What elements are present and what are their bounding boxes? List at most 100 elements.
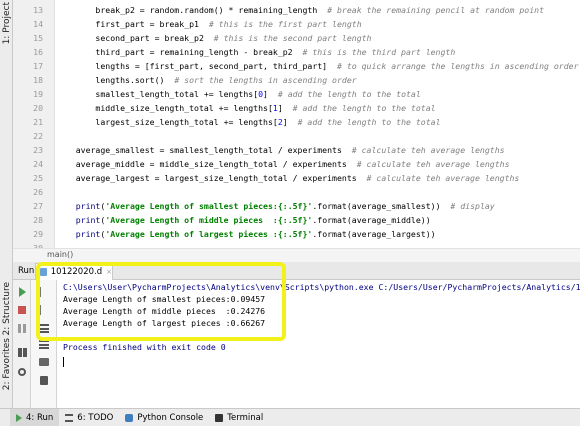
code-line[interactable]: 22 xyxy=(13,129,580,143)
soft-wrap-button[interactable] xyxy=(38,322,50,334)
line-number: 26 xyxy=(33,187,43,197)
layout-icon xyxy=(17,347,27,357)
bottom-tab-python-console[interactable]: Python Console xyxy=(119,409,209,426)
scroll-up-button[interactable] xyxy=(38,286,50,298)
run-config-tab[interactable]: 10122020.d × xyxy=(35,263,113,280)
code-token: lengths = [first_part, second_part, thir… xyxy=(56,61,337,71)
code-line[interactable]: 24 average_middle = middle_size_length_t… xyxy=(13,157,580,171)
line-number: 29 xyxy=(33,229,43,239)
bottom-tab-terminal[interactable]: Terminal xyxy=(209,409,269,426)
code-token: print xyxy=(75,215,101,225)
printer-icon xyxy=(39,358,49,366)
code-line[interactable]: 17 lengths = [first_part, second_part, t… xyxy=(13,59,580,73)
code-line[interactable]: 23 average_smallest = smallest_length_to… xyxy=(13,143,580,157)
code-line[interactable]: 13 break_p2 = random.random() * remainin… xyxy=(13,3,580,17)
code-token: lengths.sort() xyxy=(56,75,175,85)
code-token: print xyxy=(75,201,101,211)
run-toolbar-primary xyxy=(13,280,31,408)
code-text: largest_size_length_total += lengths[2] … xyxy=(56,115,440,129)
line-number: 16 xyxy=(33,47,43,57)
pin-button[interactable] xyxy=(16,366,28,378)
clear-all-button[interactable] xyxy=(38,374,50,386)
line-number: 14 xyxy=(33,19,43,29)
bottom-tab-todo-label: 6: TODO xyxy=(77,412,114,423)
code-editor[interactable]: 13 break_p2 = random.random() * remainin… xyxy=(13,0,580,248)
code-line[interactable]: 26 xyxy=(13,185,580,199)
code-text: lengths = [first_part, second_part, thir… xyxy=(56,59,579,73)
python-file-icon xyxy=(40,268,47,276)
arrow-down-icon xyxy=(40,305,48,315)
pause-icon xyxy=(18,323,26,333)
code-token: # calculate teh average lengths xyxy=(366,173,520,183)
pause-button[interactable] xyxy=(16,322,28,334)
breadcrumb-function[interactable]: main() xyxy=(47,250,73,259)
project-tool-tab[interactable]: 1: Project xyxy=(0,2,13,44)
code-line[interactable]: 29 print('Average Length of largest piec… xyxy=(13,227,580,241)
code-text: print('Average Length of smallest pieces… xyxy=(56,199,495,213)
print-button[interactable] xyxy=(38,356,50,368)
line-number: 15 xyxy=(33,33,43,43)
console-exit-message: Process finished with exit code 0 xyxy=(63,342,226,352)
code-token: middle_size_length_total += lengths[ xyxy=(56,103,273,113)
code-line[interactable]: 16 third_part = remaining_length - break… xyxy=(13,45,580,59)
code-text: middle_size_length_total += lengths[1] #… xyxy=(56,101,436,115)
code-token: # break the remaining pencil at random p… xyxy=(327,5,545,15)
code-line[interactable]: 30 xyxy=(13,241,580,248)
bottom-tab-todo[interactable]: 6: TODO xyxy=(59,409,119,426)
code-text: third_part = remaining_length - break_p2… xyxy=(56,45,455,59)
code-token: .format(average_middle)) xyxy=(312,215,431,225)
code-line[interactable]: 28 print('Average Length of middle piece… xyxy=(13,213,580,227)
run-console-output[interactable]: C:\Users\User\PycharmProjects\Analytics\… xyxy=(57,280,580,408)
code-text: first_part = break_p1 # this is the firs… xyxy=(56,17,361,31)
scroll-down-button[interactable] xyxy=(38,304,50,316)
code-line[interactable]: 27 print('Average Length of smallest pie… xyxy=(13,199,580,213)
line-number: 25 xyxy=(33,173,43,183)
code-line[interactable]: 19 smallest_length_total += lengths[0] #… xyxy=(13,87,580,101)
code-token: # to quick arrange the lengths in ascend… xyxy=(336,61,579,71)
code-text: average_smallest = smallest_length_total… xyxy=(56,143,505,157)
code-token: ] xyxy=(282,117,298,127)
layout-button[interactable] xyxy=(16,346,28,358)
code-line[interactable]: 14 first_part = break_p1 # this is the f… xyxy=(13,17,580,31)
code-text: second_part = break_p2 # this is the sec… xyxy=(56,31,371,45)
code-line[interactable]: 15 second_part = break_p2 # this is the … xyxy=(13,31,580,45)
favorites-tool-tab[interactable]: 2: Favorites xyxy=(0,338,13,390)
close-icon[interactable]: × xyxy=(106,268,112,276)
line-number: 27 xyxy=(33,201,43,211)
arrow-up-icon xyxy=(40,287,48,297)
pin-icon xyxy=(18,368,26,376)
play-icon xyxy=(18,287,26,297)
code-line[interactable]: 18 lengths.sort() # sort the lengths in … xyxy=(13,73,580,87)
bottom-tab-run[interactable]: 4: Run xyxy=(10,408,60,426)
python-console-icon xyxy=(125,413,134,422)
code-text: average_largest = largest_size_length_to… xyxy=(56,171,520,185)
code-line[interactable]: 25 average_largest = largest_size_length… xyxy=(13,171,580,185)
line-number: 22 xyxy=(33,131,43,141)
structure-tool-tab[interactable]: 2: Structure xyxy=(0,282,13,336)
run-toolbar-secondary xyxy=(31,280,57,408)
code-token: ] xyxy=(263,89,278,99)
breadcrumb[interactable]: main() xyxy=(13,248,580,262)
soft-wrap-icon xyxy=(39,323,49,333)
code-token: # add the length to the total xyxy=(292,103,436,113)
code-line[interactable]: 21 largest_size_length_total += lengths[… xyxy=(13,115,580,129)
code-token: print xyxy=(75,229,101,239)
code-line[interactable]: 20 middle_size_length_total += lengths[1… xyxy=(13,101,580,115)
code-token: smallest_length_total += lengths[ xyxy=(56,89,259,99)
stop-button[interactable] xyxy=(16,304,28,316)
code-token: # calculate teh average lengths xyxy=(351,145,505,155)
project-tab-label: 1: Project xyxy=(1,2,12,45)
code-token: # display xyxy=(450,201,495,211)
console-output-line: Average Length of smallest pieces:0.0945… xyxy=(63,294,266,304)
left-tool-strip: 1: Project 2: Structure 2: Favorites xyxy=(0,0,13,408)
code-text: average_middle = middle_size_length_tota… xyxy=(56,157,510,171)
console-output-line: Average Length of largest pieces :0.6626… xyxy=(63,318,266,328)
code-text: lengths.sort() # sort the lengths in asc… xyxy=(56,73,356,87)
code-token: largest_size_length_total += lengths[ xyxy=(56,117,278,127)
scroll-to-end-button[interactable] xyxy=(38,338,50,350)
line-number: 17 xyxy=(33,61,43,71)
rerun-button[interactable] xyxy=(16,286,28,298)
console-output-line: Average Length of middle pieces :0.24276 xyxy=(63,306,266,316)
code-token: # add the length to the total xyxy=(277,89,421,99)
